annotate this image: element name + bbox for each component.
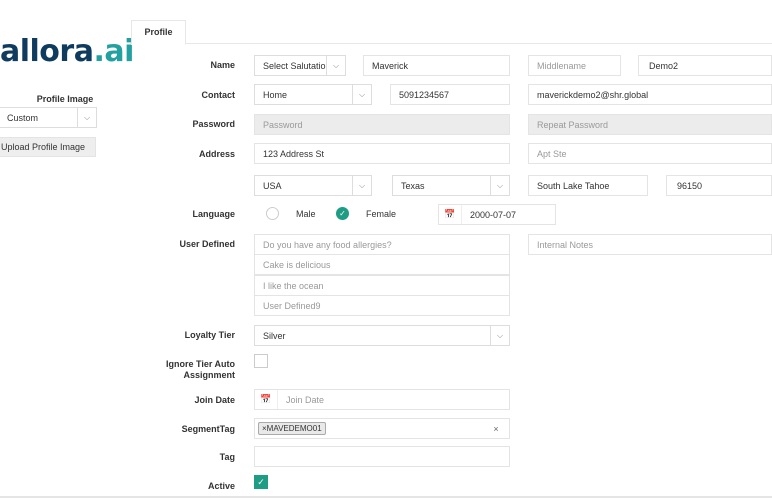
chevron-down-icon: ⌵	[352, 176, 371, 195]
contact-type-select[interactable]: Home ⌵	[254, 84, 372, 105]
user-defined-label: User Defined	[179, 239, 235, 249]
ignore-tier-label: Ignore Tier Auto Assignment	[166, 359, 235, 381]
logo-dot: .ai	[93, 34, 134, 69]
first-name-input[interactable]: Maverick	[363, 55, 510, 76]
ignore-tier-label-line1: Ignore Tier Auto	[165, 359, 235, 369]
middle-name-input[interactable]: Middlename	[528, 55, 621, 76]
calendar-icon: 📅	[439, 205, 462, 224]
salutation-value: Select Salutatio	[263, 60, 326, 71]
radio-female[interactable]: ✓	[336, 207, 349, 220]
country-value: USA	[263, 180, 282, 191]
contact-label: Contact	[201, 90, 236, 100]
user-defined-field-2[interactable]: Cake is delicious	[254, 254, 510, 275]
ignore-tier-checkbox[interactable]	[254, 354, 268, 368]
female-label: Female	[366, 209, 397, 219]
active-checkbox[interactable]: ✓	[254, 475, 268, 489]
internal-notes-input[interactable]: Internal Notes	[528, 234, 772, 255]
birthdate-input[interactable]: 📅 2000-07-07	[438, 204, 556, 225]
chevron-down-icon: ⌵	[490, 326, 509, 345]
join-date-input[interactable]: 📅 Join Date	[254, 389, 510, 410]
segment-tag-pill: × MAVEDEMO01	[258, 422, 326, 435]
email-input[interactable]: maverickdemo2@shr.global	[528, 84, 772, 105]
address-label: Address	[198, 149, 235, 159]
apt-input[interactable]: Apt Ste	[528, 143, 772, 164]
image-source-value: Custom	[7, 112, 39, 123]
user-defined-field-3[interactable]: I like the ocean	[254, 275, 510, 296]
name-label: Name	[210, 60, 235, 70]
chevron-down-icon: ⌵	[490, 176, 509, 195]
password-input[interactable]: Password	[254, 114, 510, 135]
salutation-select[interactable]: Select Salutatio ⌵	[254, 55, 346, 76]
chevron-down-icon: ⌵	[77, 108, 96, 127]
tab-profile[interactable]: Profile	[131, 20, 186, 45]
clear-tags-icon[interactable]: ×	[483, 424, 509, 434]
city-input[interactable]: South Lake Tahoe	[528, 175, 648, 196]
state-select[interactable]: Texas ⌵	[392, 175, 510, 196]
loyalty-tier-label: Loyalty Tier	[184, 330, 235, 340]
calendar-icon: 📅	[255, 390, 278, 409]
check-icon: ✓	[257, 476, 265, 487]
radio-male[interactable]	[266, 207, 279, 220]
image-source-select[interactable]: Custom ⌵	[0, 107, 97, 128]
male-label: Male	[296, 209, 316, 219]
password-label: Password	[192, 119, 235, 129]
profile-image-label: Profile Image	[36, 94, 94, 104]
phone-input[interactable]: 5091234567	[390, 84, 510, 105]
segment-tag-label: SegmentTag	[181, 424, 235, 434]
active-label: Active	[207, 481, 235, 491]
segment-tag-text: MAVEDEMO01	[266, 424, 322, 433]
upload-profile-image-button[interactable]: Upload Profile Image	[0, 137, 96, 157]
last-name-input[interactable]: Demo2	[638, 55, 772, 76]
country-select[interactable]: USA ⌵	[254, 175, 372, 196]
brand-logo: allora.ai	[0, 34, 134, 70]
tag-input[interactable]	[254, 446, 510, 467]
zip-input[interactable]: 96150	[666, 175, 772, 196]
check-icon: ✓	[339, 209, 346, 218]
tag-label: Tag	[219, 452, 235, 462]
segment-tag-input[interactable]: × MAVEDEMO01 ×	[254, 418, 510, 439]
birthdate-value: 2000-07-07	[470, 209, 517, 220]
state-value: Texas	[401, 180, 425, 191]
join-date-label: Join Date	[194, 395, 235, 405]
chevron-down-icon: ⌵	[352, 85, 371, 104]
repeat-password-input[interactable]: Repeat Password	[528, 114, 772, 135]
contact-type-value: Home	[263, 89, 288, 100]
user-defined-field-4[interactable]: User Defined9	[254, 295, 510, 316]
ignore-tier-label-line2: Assignment	[183, 370, 235, 380]
tab-bar	[130, 20, 772, 44]
logo-text: allora	[0, 34, 94, 69]
user-defined-field-1[interactable]: Do you have any food allergies?	[254, 234, 510, 255]
language-label: Language	[192, 209, 235, 219]
chevron-down-icon: ⌵	[326, 56, 345, 75]
address-line1-input[interactable]: 123 Address St	[254, 143, 510, 164]
loyalty-tier-select[interactable]: Silver ⌵	[254, 325, 510, 346]
loyalty-tier-value: Silver	[263, 330, 286, 341]
join-date-placeholder: Join Date	[286, 394, 325, 405]
